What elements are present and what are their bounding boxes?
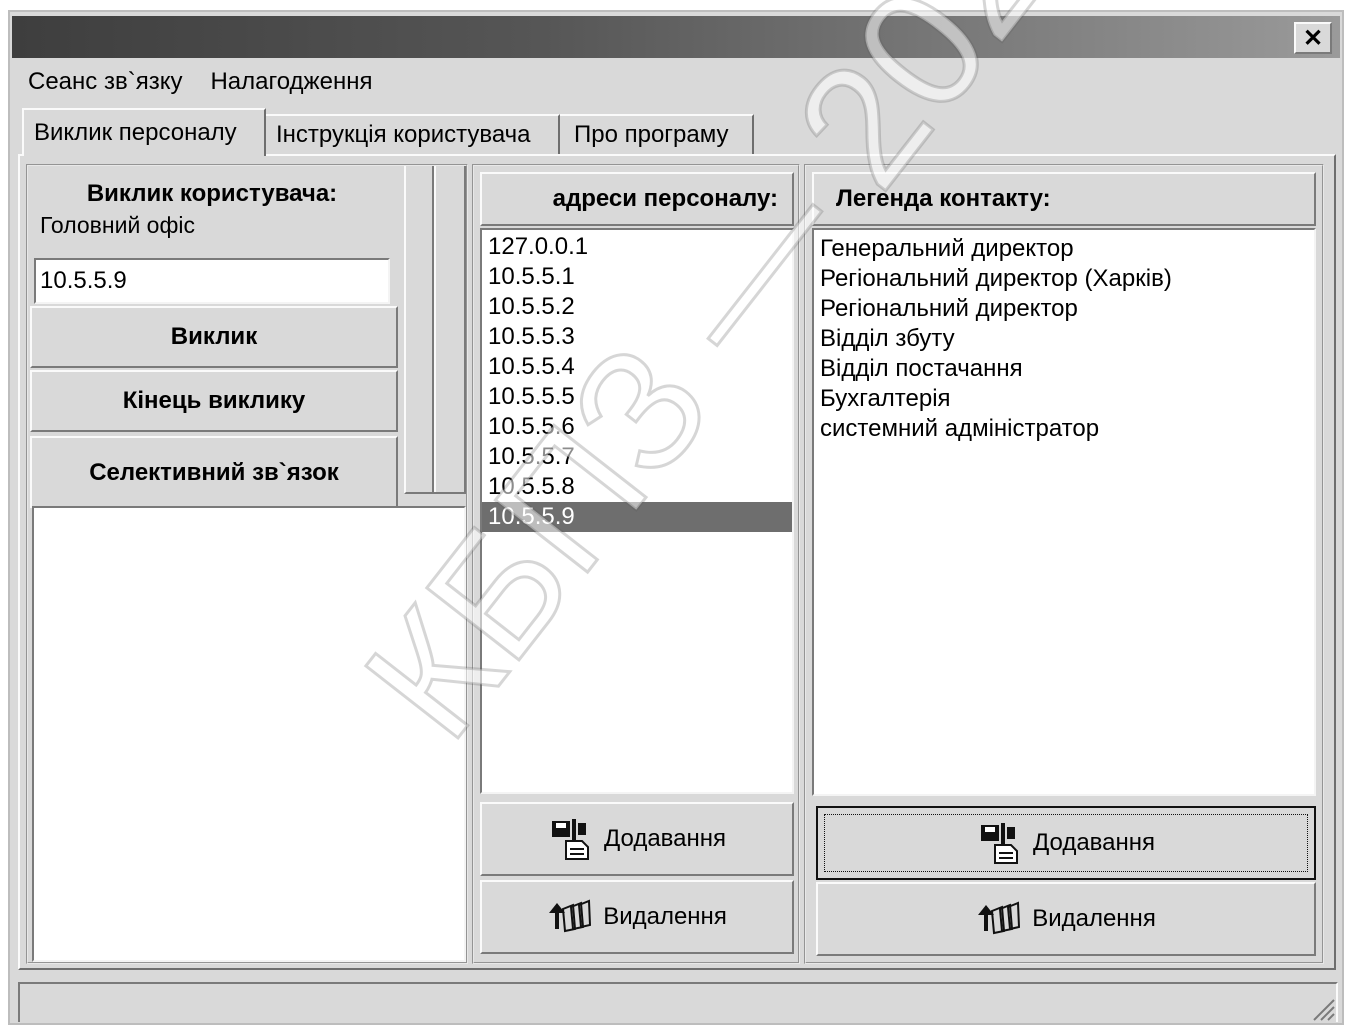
address-item[interactable]: 10.5.5.2 — [482, 292, 792, 322]
legend-item[interactable]: Відділ постачання — [814, 354, 1314, 384]
tab-call-staff[interactable]: Виклик персоналу — [22, 108, 266, 156]
selective-output-area[interactable] — [32, 506, 466, 962]
addresses-header-label: адреси персоналу: — [552, 185, 778, 212]
menu-item-session[interactable]: Сеанс зв`язку — [28, 68, 182, 96]
address-input[interactable] — [34, 258, 390, 304]
end-call-button[interactable]: Кінець виклику — [30, 370, 398, 432]
addresses-delete-button[interactable]: Видалення — [480, 880, 794, 954]
address-item[interactable]: 10.5.5.7 — [482, 442, 792, 472]
legend-add-button[interactable]: Додавання — [816, 806, 1316, 880]
legend-list[interactable]: Генеральний директор Регіональний директо… — [812, 228, 1316, 796]
call-button[interactable]: Виклик — [30, 306, 398, 368]
legend-delete-label: Видалення — [1032, 905, 1156, 932]
splitter[interactable] — [404, 166, 466, 494]
legend-item[interactable]: Відділ збуту — [814, 324, 1314, 354]
legend-delete-button[interactable]: Видалення — [816, 882, 1316, 956]
legend-header: Легенда контакту: — [812, 172, 1316, 226]
delete-files-icon — [978, 901, 1021, 935]
address-item-selected[interactable]: 10.5.5.9 — [482, 502, 792, 532]
tab-about-label: Про програму — [574, 121, 729, 148]
address-item[interactable]: 10.5.5.4 — [482, 352, 792, 382]
save-add-icon — [551, 819, 589, 860]
left-subtitle: Головний офіс — [40, 212, 196, 238]
addresses-add-button[interactable]: Додавання — [480, 802, 794, 876]
address-item[interactable]: 10.5.5.1 — [482, 262, 792, 292]
addresses-header: адреси персоналу: — [480, 172, 794, 226]
tab-about[interactable]: Про програму — [560, 114, 754, 154]
address-item[interactable]: 127.0.0.1 — [482, 232, 792, 262]
addresses-add-label: Додавання — [603, 825, 727, 852]
splitter-line-light — [434, 166, 436, 492]
menu-item-settings[interactable]: Налагодження — [210, 68, 372, 96]
tab-call-staff-label: Виклик персоналу — [34, 119, 237, 146]
addresses-delete-label: Видалення — [603, 903, 727, 930]
legend-item[interactable]: системний адміністратор — [814, 414, 1314, 444]
legend-item[interactable]: Бухгалтерія — [814, 384, 1314, 414]
delete-files-icon — [549, 899, 592, 933]
focus-rect — [824, 814, 1308, 872]
menu-bar: Сеанс зв`язку Налагодження — [12, 62, 372, 102]
address-item[interactable]: 10.5.5.8 — [482, 472, 792, 502]
selective-button[interactable]: Селективний зв`язок — [30, 436, 398, 508]
left-title: Виклик користувача: — [86, 180, 338, 207]
address-item[interactable]: 10.5.5.6 — [482, 412, 792, 442]
addresses-list[interactable]: 127.0.0.1 10.5.5.1 10.5.5.2 10.5.5.3 10.5.5.… — [480, 228, 794, 794]
title-bar[interactable] — [12, 16, 1340, 58]
address-item[interactable]: 10.5.5.3 — [482, 322, 792, 352]
legend-item[interactable]: Регіональний директор (Харків) — [814, 264, 1314, 294]
resize-grip-icon[interactable] — [1310, 996, 1336, 1022]
close-button[interactable]: ✕ — [1294, 22, 1332, 54]
tab-user-guide-label: Інструкція користувача — [276, 121, 531, 148]
tab-user-guide[interactable]: Інструкція користувача — [266, 114, 560, 154]
status-bar — [18, 982, 1338, 1022]
legend-item[interactable]: Генеральний директор — [814, 234, 1314, 264]
legend-header-label: Легенда контакту: — [836, 185, 1051, 212]
address-item[interactable]: 10.5.5.5 — [482, 382, 792, 412]
legend-item[interactable]: Регіональний директор — [814, 294, 1314, 324]
close-icon: ✕ — [1302, 24, 1324, 52]
